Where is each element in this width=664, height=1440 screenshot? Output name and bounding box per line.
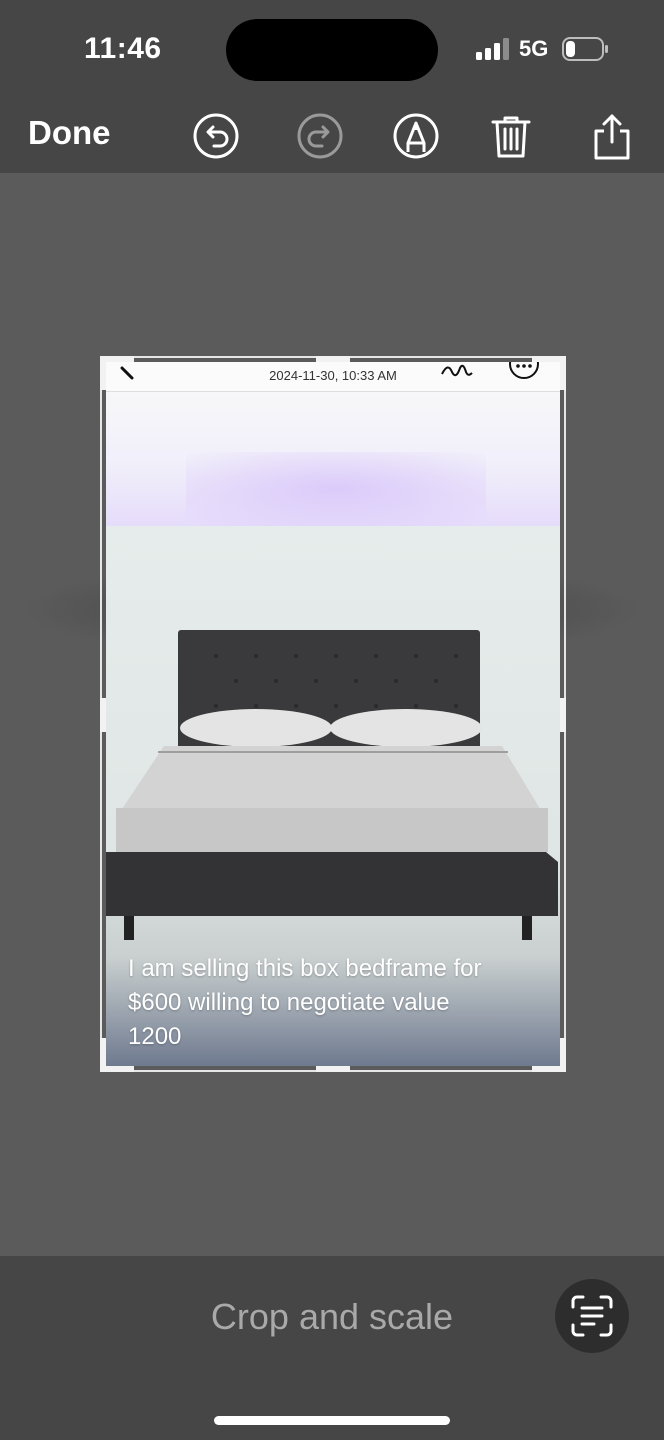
caption-line: 1200	[128, 1023, 182, 1050]
photo-timestamp: 2024-11-30, 10:33 AM	[269, 368, 397, 383]
markup-pen-icon	[393, 113, 439, 159]
screenshot-header: 2024-11-30, 10:33 AM	[106, 362, 560, 392]
caption-line: $600 willing to negotiate value	[128, 989, 450, 1016]
status-time: 11:46	[84, 32, 162, 65]
bedframe-image	[106, 630, 558, 940]
crop-handle-top-right[interactable]	[560, 356, 566, 390]
share-icon	[594, 114, 630, 160]
network-type: 5G	[519, 36, 549, 61]
crop-handle-bottom-right[interactable]	[560, 1038, 566, 1072]
crop-handle-top-left[interactable]	[100, 356, 106, 390]
redo-icon	[297, 113, 343, 159]
bottom-bar	[0, 1256, 664, 1440]
more-options-icon	[509, 362, 539, 379]
battery-icon	[562, 37, 608, 61]
undo-button[interactable]	[192, 111, 240, 161]
markup-button[interactable]	[392, 111, 440, 161]
photo-header-gradient	[106, 392, 560, 526]
delete-button[interactable]	[487, 111, 535, 161]
redo-button[interactable]	[296, 111, 344, 161]
crop-handle-right[interactable]	[560, 698, 566, 732]
dynamic-island	[226, 19, 438, 81]
home-indicator[interactable]	[214, 1416, 450, 1425]
crop-handle-bottom-left[interactable]	[100, 1038, 106, 1072]
crop-handle-left[interactable]	[100, 698, 106, 732]
crop-handle-bottom[interactable]	[316, 1066, 350, 1072]
caption-line: I am selling this box bedframe for	[128, 955, 482, 982]
live-text-button[interactable]	[555, 1279, 629, 1353]
cellular-signal-icon	[476, 38, 509, 60]
share-button[interactable]	[588, 111, 636, 161]
scribble-icon	[441, 364, 473, 377]
done-button[interactable]: Done	[28, 114, 111, 152]
photo-caption: I am selling this box bedframe for $600 …	[128, 952, 548, 1054]
edited-photo[interactable]: 2024-11-30, 10:33 AM I am selling this b…	[106, 362, 560, 1066]
text-scan-icon	[571, 1295, 613, 1337]
undo-icon	[193, 113, 239, 159]
crop-handle-top[interactable]	[316, 356, 350, 362]
trash-icon	[491, 116, 531, 158]
